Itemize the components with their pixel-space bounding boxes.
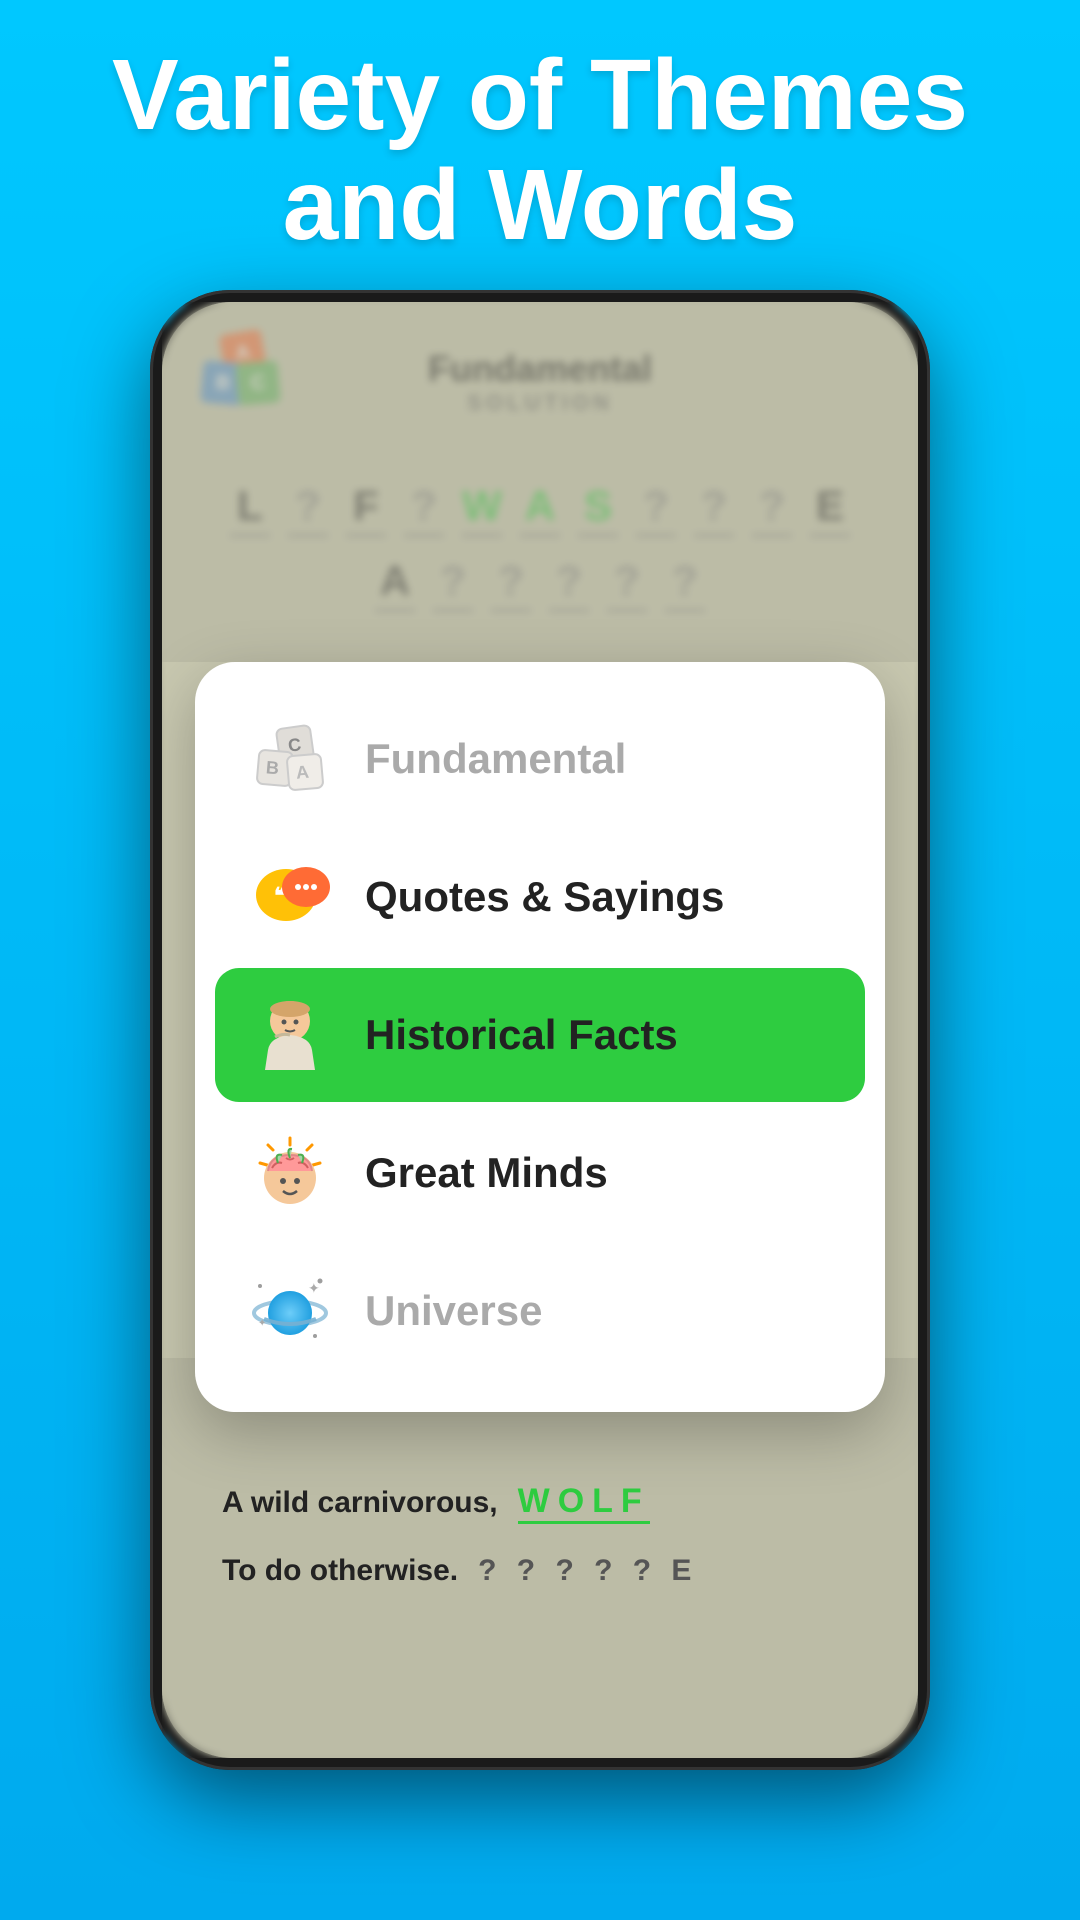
svg-text:✦: ✦ — [258, 1318, 266, 1329]
phone-inner: A B C Fundamental SOLUTION L ? F ? W A S… — [162, 302, 918, 1758]
clue-2: To do otherwise. — [222, 1554, 458, 1588]
answer-2: ? ? ? ? ? E — [478, 1554, 697, 1588]
menu-item-universe[interactable]: ✦ ✦ Universe — [215, 1244, 865, 1378]
svg-text:B: B — [265, 757, 280, 778]
menu-item-fundamental[interactable]: C B A Fundamental — [215, 692, 865, 826]
phone-frame: A B C Fundamental SOLUTION L ? F ? W A S… — [150, 290, 930, 1770]
bottom-row-1: A wild carnivorous, WOLF — [222, 1482, 858, 1524]
clue-1: A wild carnivorous, — [222, 1486, 498, 1520]
fundamental-icon: C B A — [245, 714, 335, 804]
quotes-label: Quotes & Sayings — [365, 873, 724, 921]
menu-item-historical[interactable]: Historical Facts — [215, 968, 865, 1102]
great-minds-icon — [245, 1128, 335, 1218]
menu-item-great-minds[interactable]: Great Minds — [215, 1106, 865, 1240]
svg-text:A: A — [295, 762, 310, 783]
fundamental-label: Fundamental — [365, 735, 626, 783]
universe-label: Universe — [365, 1287, 542, 1335]
quotes-icon: ❝ — [245, 852, 335, 942]
great-minds-label: Great Minds — [365, 1149, 608, 1197]
menu-item-quotes[interactable]: ❝ Quotes & Sayings — [215, 830, 865, 964]
header-title: Variety of Themes and Words — [112, 39, 968, 261]
bottom-words: A wild carnivorous, WOLF To do otherwise… — [162, 1462, 918, 1638]
bottom-row-2: To do otherwise. ? ? ? ? ? E — [222, 1554, 858, 1588]
historical-icon — [245, 990, 335, 1080]
blur-overlay-top — [162, 302, 918, 662]
blur-overlay-bottom: A wild carnivorous, WOLF To do otherwise… — [162, 1358, 918, 1758]
answer-1: WOLF — [518, 1482, 650, 1524]
universe-icon: ✦ ✦ — [245, 1266, 335, 1356]
svg-text:✦: ✦ — [308, 1280, 320, 1296]
theme-menu-modal: C B A Fundamental ❝ — [195, 662, 885, 1412]
historical-label: Historical Facts — [365, 1011, 678, 1059]
page-header: Variety of Themes and Words — [0, 40, 1080, 260]
